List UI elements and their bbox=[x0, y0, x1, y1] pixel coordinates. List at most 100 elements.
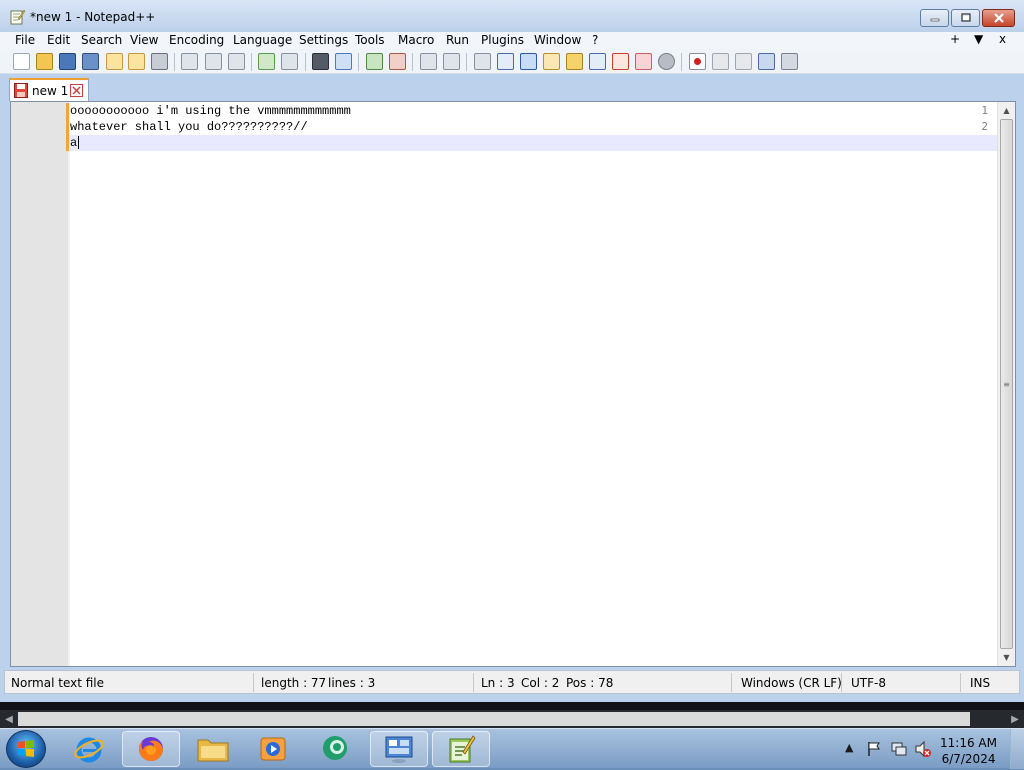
monitoring-icon[interactable] bbox=[658, 53, 675, 70]
action-center-flag-icon[interactable] bbox=[866, 741, 882, 757]
tab-new-1[interactable]: new 1 bbox=[9, 78, 89, 101]
scroll-down-icon[interactable]: ▼ bbox=[998, 649, 1015, 666]
minimize-icon bbox=[930, 18, 939, 22]
menu-tools[interactable]: Tools bbox=[355, 33, 385, 47]
menu-window[interactable]: Window bbox=[534, 33, 581, 47]
firefox-icon bbox=[139, 737, 163, 761]
menu-file[interactable]: File bbox=[15, 33, 35, 47]
menu-macro[interactable]: Macro bbox=[398, 33, 434, 47]
redo-icon[interactable] bbox=[281, 53, 298, 70]
network-icon[interactable] bbox=[890, 740, 908, 758]
restore-icon bbox=[960, 13, 971, 22]
new-tab-button[interactable]: + bbox=[950, 32, 960, 46]
save-all-icon[interactable] bbox=[82, 53, 99, 70]
horizontal-scrollbar-thumb[interactable] bbox=[18, 712, 970, 726]
save-macro-icon[interactable] bbox=[781, 53, 798, 70]
undo-icon[interactable] bbox=[258, 53, 275, 70]
word-wrap-icon[interactable] bbox=[474, 53, 491, 70]
toolbar bbox=[0, 49, 1024, 74]
save-icon[interactable] bbox=[59, 53, 76, 70]
taskbar-media-player[interactable] bbox=[244, 731, 302, 767]
line-text: whatever shall you do??????????// bbox=[70, 120, 308, 134]
sync-vertical-icon[interactable] bbox=[420, 53, 437, 70]
stop-recording-icon[interactable] bbox=[712, 53, 729, 70]
run-macro-multiple-icon[interactable] bbox=[758, 53, 775, 70]
paste-icon[interactable] bbox=[228, 53, 245, 70]
show-desktop-button[interactable] bbox=[1010, 729, 1024, 769]
document-map-icon[interactable] bbox=[566, 53, 583, 70]
function-list-icon[interactable] bbox=[589, 53, 606, 70]
new-file-icon[interactable] bbox=[13, 53, 30, 70]
scroll-left-icon[interactable]: ◀ bbox=[1, 712, 17, 726]
taskbar-file-explorer[interactable] bbox=[184, 731, 242, 767]
cut-icon[interactable] bbox=[181, 53, 198, 70]
replace-icon[interactable] bbox=[335, 53, 352, 70]
scrollbar-thumb[interactable]: ≡ bbox=[1000, 119, 1013, 649]
close-document-button[interactable]: x bbox=[999, 32, 1006, 46]
menu-search[interactable]: Search bbox=[81, 33, 122, 47]
editor-line[interactable]: ooooooooooo i'm using the vmmmmmmmmmmmm bbox=[69, 103, 997, 119]
document-list-icon[interactable] bbox=[635, 53, 652, 70]
close-file-icon[interactable] bbox=[106, 53, 123, 70]
scroll-up-icon[interactable]: ▲ bbox=[998, 102, 1015, 119]
menu-run[interactable]: Run bbox=[446, 33, 469, 47]
tab-close-icon[interactable] bbox=[70, 84, 83, 97]
taskbar-notepad-plus-plus[interactable] bbox=[432, 731, 490, 767]
taskbar-internet-explorer[interactable] bbox=[60, 731, 118, 767]
minimize-button[interactable] bbox=[920, 9, 949, 27]
notepadpp-app-icon[interactable] bbox=[9, 8, 26, 25]
close-button[interactable] bbox=[982, 9, 1015, 27]
tab-bar: new 1 bbox=[0, 75, 1024, 101]
line-number-gutter bbox=[11, 102, 68, 666]
menu-help[interactable]: ? bbox=[592, 33, 598, 47]
tab-list-dropdown[interactable]: ▼ bbox=[974, 32, 983, 46]
taskbar-green-app[interactable] bbox=[307, 731, 365, 767]
status-length: length : 77 bbox=[261, 676, 327, 690]
copy-icon[interactable] bbox=[205, 53, 222, 70]
line-text: a bbox=[70, 136, 78, 150]
status-eol: Windows (CR LF) bbox=[741, 676, 842, 690]
vertical-scrollbar[interactable]: ▲ ≡ ▼ bbox=[997, 102, 1015, 666]
editor-area[interactable]: 1 2 3 ooooooooooo i'm using the vmmmmmmm… bbox=[10, 101, 1016, 667]
menu-edit[interactable]: Edit bbox=[47, 33, 70, 47]
record-macro-icon[interactable] bbox=[689, 53, 706, 70]
current-editor-line[interactable]: a bbox=[69, 135, 997, 151]
user-defined-language-icon[interactable] bbox=[543, 53, 560, 70]
horizontal-scrollbar[interactable]: ◀ ▶ bbox=[0, 710, 1024, 728]
menu-plugins[interactable]: Plugins bbox=[481, 33, 524, 47]
scroll-right-icon[interactable]: ▶ bbox=[1007, 712, 1023, 726]
notepadpp-window: *new 1 - Notepad++ File Edit Search View… bbox=[0, 0, 1024, 702]
volume-muted-icon[interactable] bbox=[914, 740, 932, 758]
menu-encoding[interactable]: Encoding bbox=[169, 33, 224, 47]
folder-as-workspace-icon[interactable] bbox=[612, 53, 629, 70]
window-title: *new 1 - Notepad++ bbox=[30, 10, 156, 24]
taskbar-firefox[interactable] bbox=[122, 731, 180, 767]
clock-time: 11:16 AM bbox=[940, 736, 997, 750]
show-hidden-icons[interactable]: ▲ bbox=[845, 741, 853, 754]
clock-date: 6/7/2024 bbox=[941, 752, 996, 766]
close-all-icon[interactable] bbox=[128, 53, 145, 70]
close-icon bbox=[993, 13, 1004, 23]
menu-language[interactable]: Language bbox=[233, 33, 292, 47]
show-all-characters-icon[interactable] bbox=[497, 53, 514, 70]
sync-horizontal-icon[interactable] bbox=[443, 53, 460, 70]
taskbar-control-panel[interactable] bbox=[370, 731, 428, 767]
system-clock[interactable]: 11:16 AM 6/7/2024 bbox=[940, 735, 997, 767]
indent-guide-icon[interactable] bbox=[520, 53, 537, 70]
menu-settings[interactable]: Settings bbox=[299, 33, 348, 47]
notepadpp-icon bbox=[449, 735, 476, 763]
maximize-button[interactable] bbox=[951, 9, 980, 27]
start-button[interactable] bbox=[6, 730, 46, 768]
title-bar[interactable]: *new 1 - Notepad++ bbox=[0, 0, 1024, 32]
zoom-in-icon[interactable] bbox=[366, 53, 383, 70]
find-icon[interactable] bbox=[312, 53, 329, 70]
viewer-frame bbox=[0, 702, 1024, 710]
editor-line[interactable]: whatever shall you do??????????// bbox=[69, 119, 997, 135]
zoom-out-icon[interactable] bbox=[389, 53, 406, 70]
menu-view[interactable]: View bbox=[130, 33, 158, 47]
playback-macro-icon[interactable] bbox=[735, 53, 752, 70]
status-encoding: UTF-8 bbox=[851, 676, 886, 690]
green-app-icon bbox=[323, 736, 347, 760]
print-icon[interactable] bbox=[151, 53, 168, 70]
open-file-icon[interactable] bbox=[36, 53, 53, 70]
